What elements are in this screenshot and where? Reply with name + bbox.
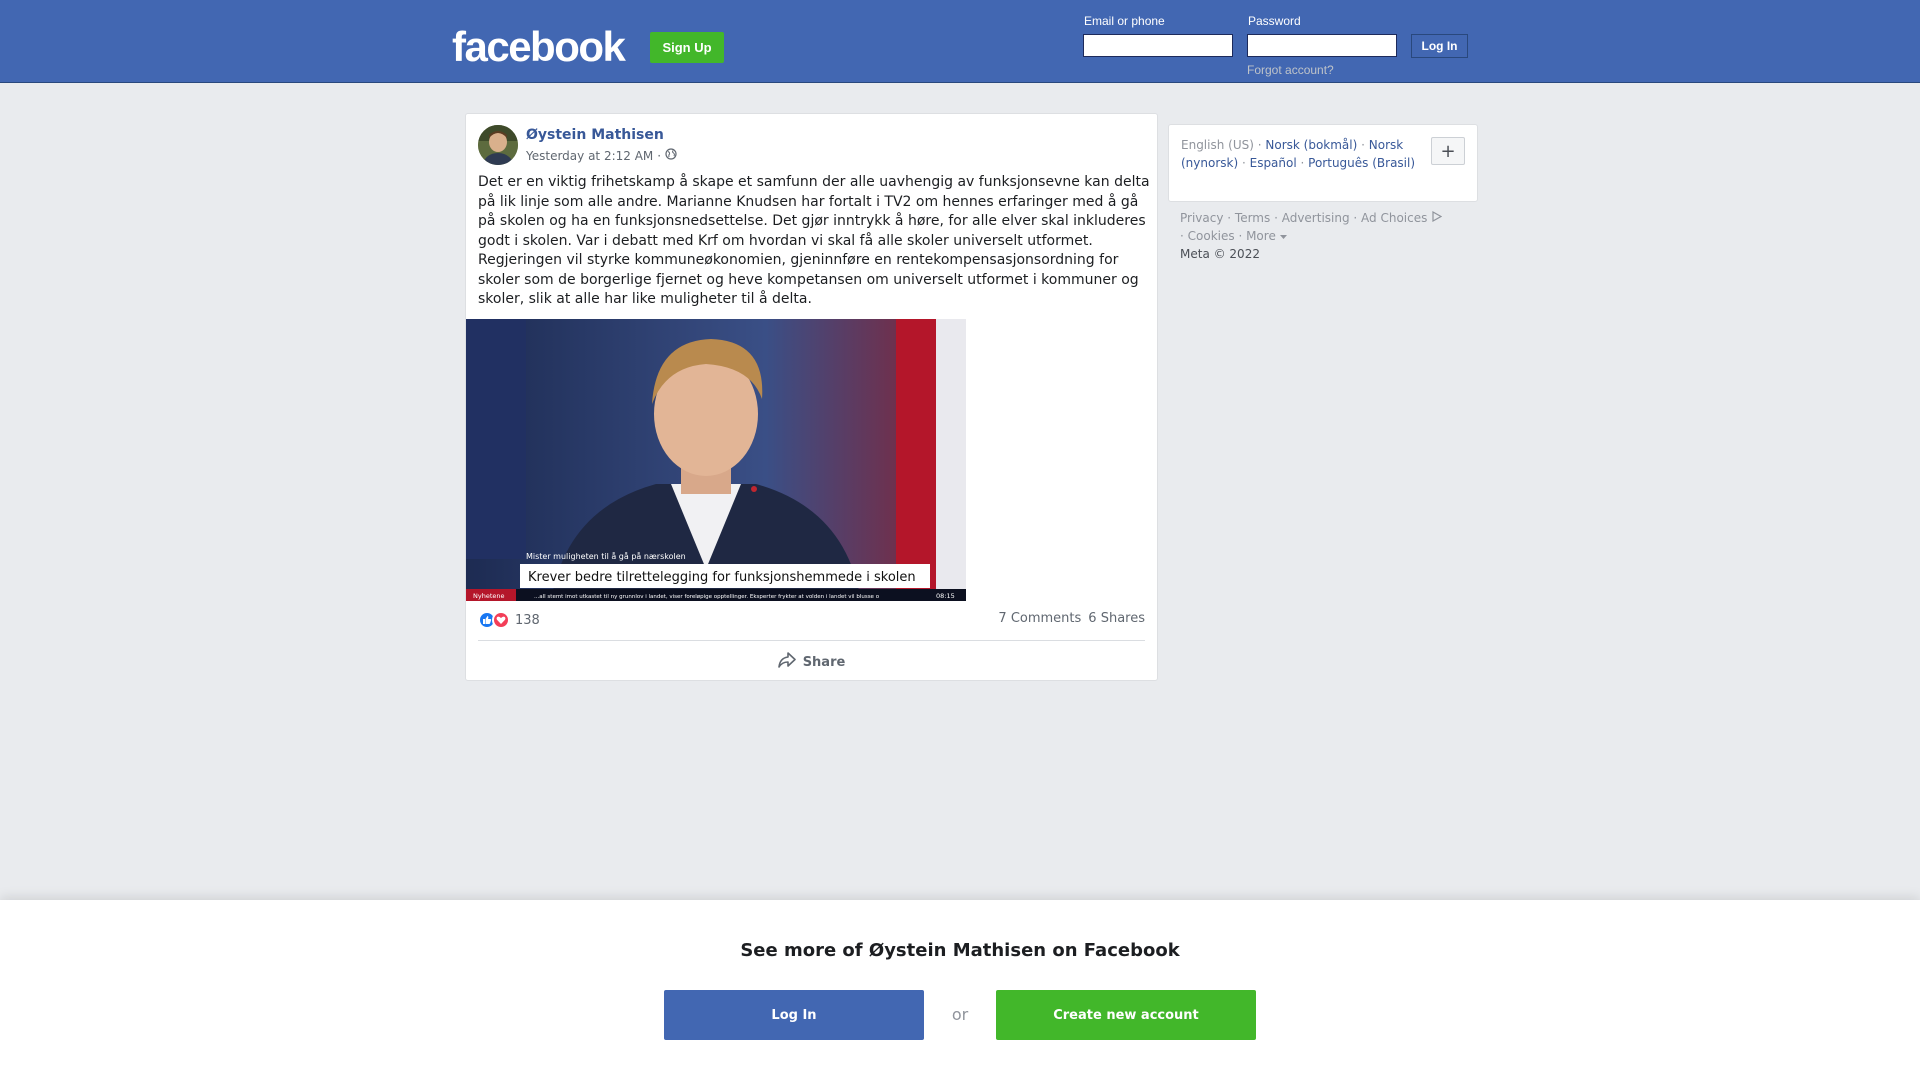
copyright-text: Meta © 2022 [1180, 247, 1260, 261]
current-language: English (US) [1181, 138, 1254, 152]
banner-or-label: or [951, 1005, 969, 1024]
password-label: Password [1248, 14, 1301, 28]
avatar-image [478, 125, 518, 165]
footer-links: Privacy · Terms · Advertising · Ad Choic… [1180, 209, 1480, 263]
more-languages-button[interactable]: + [1431, 137, 1465, 165]
reaction-count: 138 [515, 612, 540, 628]
post-author-link[interactable]: Øystein Mathisen [526, 127, 664, 143]
login-prompt-banner: See more of Øystein Mathisen on Facebook… [0, 900, 1920, 1080]
reaction-summary[interactable]: 138 [478, 611, 540, 629]
caret-down-icon [1279, 229, 1287, 243]
comments-count-link[interactable]: 7 Comments [998, 611, 1081, 626]
avatar[interactable] [478, 125, 518, 165]
email-field[interactable] [1083, 34, 1233, 57]
top-navigation-bar: facebook Sign Up Email or phone Password… [0, 0, 1920, 83]
meta-separator: · [657, 148, 662, 163]
globe-icon [665, 148, 677, 163]
love-icon [492, 611, 510, 629]
banner-title: See more of Øystein Mathisen on Facebook [740, 940, 1180, 961]
banner-login-button[interactable]: Log In [664, 990, 924, 1040]
language-link-norsk-bokmal[interactable]: Norsk (bokmål) [1265, 138, 1357, 152]
engagement-counts: 7 Comments 6 Shares [998, 611, 1145, 626]
header-login-button[interactable]: Log In [1411, 34, 1468, 58]
post-timestamp[interactable]: Yesterday at 2:12 AM [526, 149, 653, 163]
footer-link-ad-choices[interactable]: Ad Choices [1361, 210, 1443, 225]
create-account-button[interactable]: Create new account [996, 990, 1256, 1040]
forgot-account-link[interactable]: Forgot account? [1247, 63, 1334, 77]
language-link-espanol[interactable]: Español [1250, 156, 1297, 170]
language-link-portugues[interactable]: Português (Brasil) [1308, 156, 1415, 170]
signup-button[interactable]: Sign Up [650, 32, 724, 63]
video-ticker-text: ...all stemt imot utkastet til ny grunnl… [534, 594, 880, 600]
video-headline-caption: Krever bedre tilrettelegging for funksjo… [528, 570, 916, 585]
post-video-thumbnail[interactable]: Mister muligheten til å gå på nærskolen … [466, 319, 966, 601]
share-icon [777, 652, 796, 672]
ad-choices-icon [1431, 210, 1443, 225]
language-list: English (US) · Norsk (bokmål) · Norsk (n… [1181, 138, 1416, 170]
post-meta: Yesterday at 2:12 AM · [526, 148, 677, 163]
language-selector-box: English (US) · Norsk (bokmål) · Norsk (n… [1168, 124, 1478, 202]
email-label: Email or phone [1084, 14, 1165, 28]
post-card: Øystein Mathisen Yesterday at 2:12 AM · … [465, 113, 1158, 681]
footer-link-terms[interactable]: Terms [1235, 211, 1270, 225]
shares-count-link[interactable]: 6 Shares [1088, 611, 1145, 626]
facebook-logo[interactable]: facebook [452, 26, 626, 68]
footer-link-privacy[interactable]: Privacy [1180, 211, 1223, 225]
password-field[interactable] [1247, 34, 1397, 57]
post-text: Det er en viktig frihetskamp å skape et … [478, 174, 1150, 307]
footer-link-more[interactable]: More [1246, 229, 1287, 243]
share-button[interactable]: Share [466, 647, 1157, 677]
action-divider [478, 640, 1145, 641]
footer-link-advertising[interactable]: Advertising [1282, 211, 1350, 225]
share-label: Share [802, 654, 846, 670]
video-channel-name: Nyhetene [473, 592, 505, 600]
video-clock: 08:15 [936, 592, 955, 600]
video-small-caption: Mister muligheten til å gå på nærskolen [526, 551, 686, 561]
footer-link-cookies[interactable]: Cookies [1188, 229, 1235, 243]
news-screenshot-image: Mister muligheten til å gå på nærskolen … [466, 319, 966, 601]
